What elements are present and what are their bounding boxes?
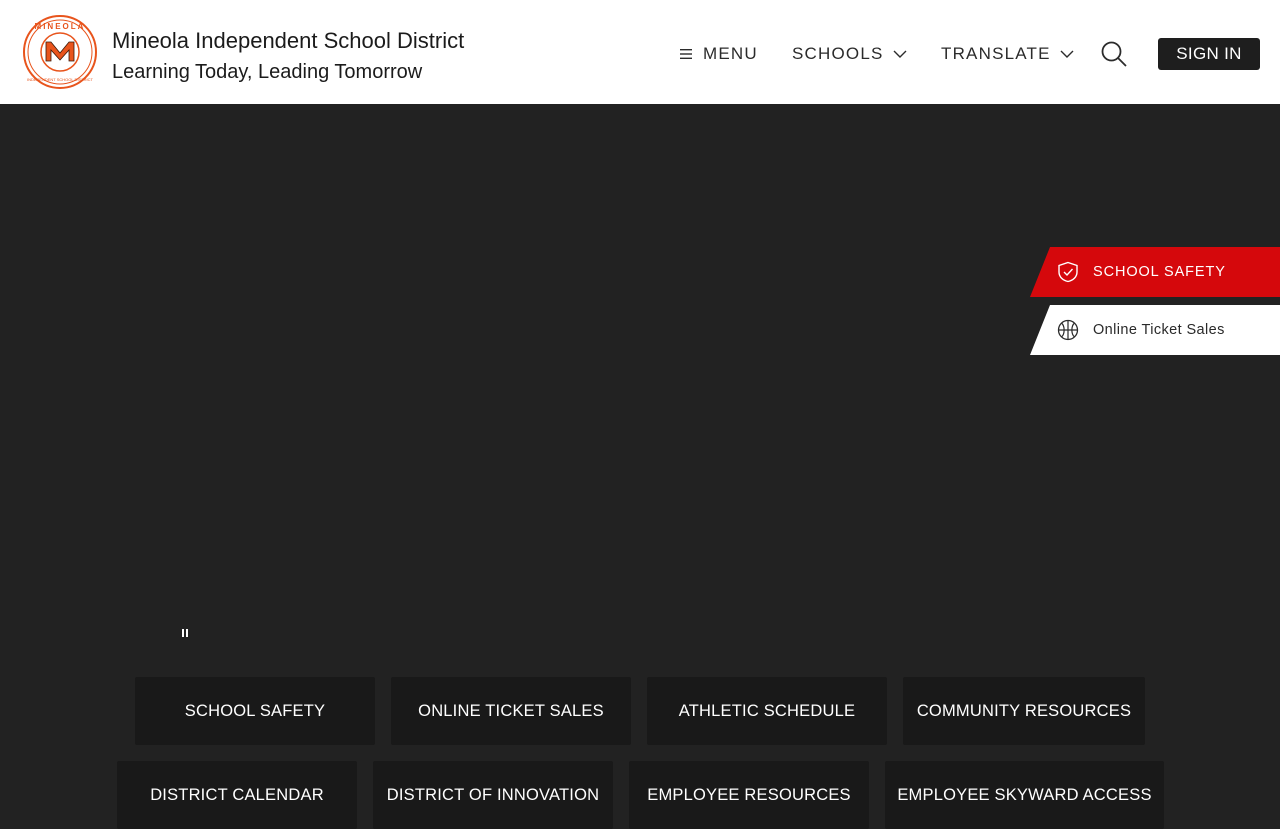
menu-button[interactable]: MENU — [680, 42, 758, 66]
translate-dropdown[interactable]: TRANSLATE — [941, 42, 1074, 66]
carousel-pause-button[interactable] — [176, 624, 194, 642]
tile-district-calendar[interactable]: DISTRICT CALENDAR — [117, 761, 357, 829]
chevron-down-icon — [893, 50, 907, 58]
shield-check-icon — [1058, 261, 1078, 283]
tile-employee-resources[interactable]: EMPLOYEE RESOURCES — [629, 761, 869, 829]
translate-label: TRANSLATE — [941, 44, 1051, 63]
chevron-down-icon — [1060, 50, 1074, 58]
schools-dropdown[interactable]: SCHOOLS — [792, 42, 907, 66]
tile-athletic-schedule[interactable]: ATHLETIC SCHEDULE — [647, 677, 887, 745]
site-name[interactable]: Mineola Independent School District — [112, 28, 464, 54]
site-header: MINEOLA INDEPENDENT SCHOOL DISTRICT Mine… — [0, 0, 1280, 104]
district-logo[interactable]: MINEOLA INDEPENDENT SCHOOL DISTRICT — [23, 15, 97, 89]
hamburger-icon — [680, 49, 692, 59]
basketball-icon — [1057, 319, 1079, 341]
quick-link-online-ticket-sales[interactable]: Online Ticket Sales — [1030, 305, 1280, 355]
menu-label: MENU — [703, 44, 758, 63]
tile-school-safety[interactable]: SCHOOL SAFETY — [135, 677, 375, 745]
logo-text-bottom: INDEPENDENT SCHOOL DISTRICT — [27, 77, 94, 82]
sign-in-button[interactable]: SIGN IN — [1158, 38, 1260, 70]
quick-link-label: Online Ticket Sales — [1093, 322, 1225, 338]
schools-label: SCHOOLS — [792, 44, 884, 63]
pause-icon — [182, 629, 188, 637]
tile-online-ticket-sales[interactable]: ONLINE TICKET SALES — [391, 677, 631, 745]
site-tagline: Learning Today, Leading Tomorrow — [112, 61, 423, 83]
quick-link-school-safety[interactable]: SCHOOL SAFETY — [1030, 247, 1280, 297]
tile-employee-skyward-access[interactable]: EMPLOYEE SKYWARD ACCESS — [885, 761, 1164, 829]
quick-link-label: SCHOOL SAFETY — [1093, 264, 1226, 280]
tile-community-resources[interactable]: COMMUNITY RESOURCES — [903, 677, 1145, 745]
tile-district-of-innovation[interactable]: DISTRICT OF INNOVATION — [373, 761, 613, 829]
search-icon — [1101, 41, 1127, 67]
logo-text-top: MINEOLA — [35, 22, 86, 31]
search-button[interactable] — [1100, 40, 1128, 68]
